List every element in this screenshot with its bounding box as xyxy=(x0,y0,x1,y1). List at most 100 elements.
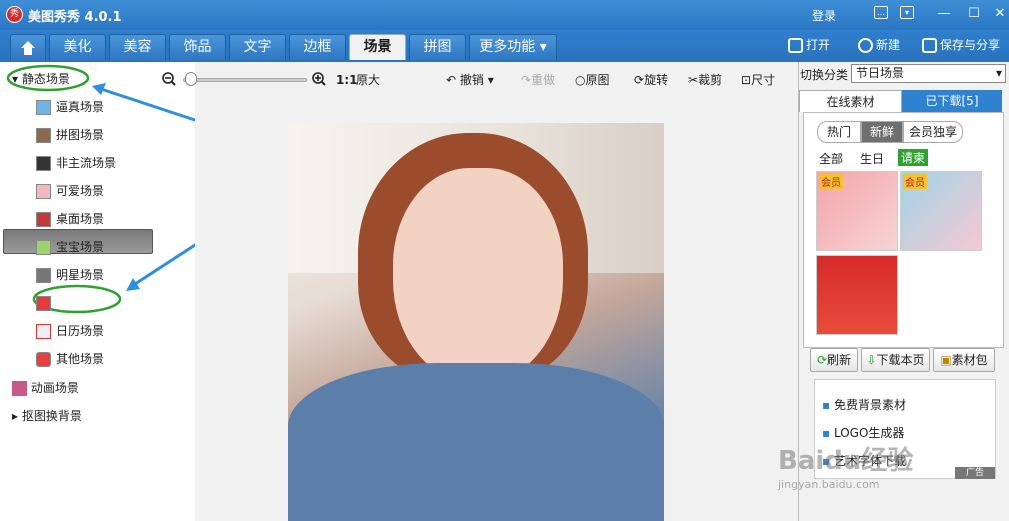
tab-frame[interactable]: 边框 xyxy=(289,34,346,60)
save-share-button[interactable]: 保存与分享 xyxy=(922,36,1000,54)
tab-downloaded[interactable]: 已下载[5] xyxy=(902,90,1002,112)
heart-icon xyxy=(36,352,51,367)
link-free-bg[interactable]: ▪ 免费背景素材 xyxy=(822,396,906,413)
watermark: Baidu经验 xyxy=(778,446,914,476)
original-size-button[interactable]: 原大 xyxy=(356,72,380,88)
zoom-slider[interactable] xyxy=(183,78,307,82)
tab-scene[interactable]: 场景 xyxy=(349,34,406,60)
home-tab[interactable] xyxy=(10,34,46,60)
plus-icon xyxy=(858,38,873,53)
list-item[interactable]: 非主流场景 xyxy=(36,152,116,174)
list-item-label: 节日场景 xyxy=(56,296,105,310)
list-item[interactable]: 日历场景 xyxy=(36,320,104,342)
scene-thumb-icon xyxy=(36,212,51,227)
tab-text[interactable]: 文字 xyxy=(229,34,286,60)
dropdown-box-icon[interactable]: ▾ xyxy=(900,6,914,19)
static-scene-label: 静态场景 xyxy=(21,72,70,86)
list-item[interactable]: 拼图场景 xyxy=(36,124,104,146)
zoom-out-button[interactable] xyxy=(162,72,176,90)
ratio-label[interactable]: 1:1 xyxy=(336,72,358,88)
close-button[interactable]: ✕ xyxy=(988,4,1009,24)
folder-icon xyxy=(788,38,803,53)
minimize-button[interactable]: — xyxy=(932,4,956,24)
collapse-arrow-icon: ▾ xyxy=(12,72,19,86)
refresh-button[interactable]: ⟳刷新 xyxy=(810,348,858,372)
undo-label: 撤销 xyxy=(459,73,484,87)
scene-thumb-icon xyxy=(36,296,51,311)
chevron-down-icon: ▾ xyxy=(487,73,494,87)
category-label: 切换分类 xyxy=(800,68,849,82)
tab-beautify[interactable]: 美化 xyxy=(49,34,106,60)
anim-scene-label: 动画场景 xyxy=(30,381,79,395)
list-item-label: 其他场景 xyxy=(56,352,105,366)
login-link[interactable]: 登录 xyxy=(812,7,836,24)
maximize-button[interactable]: ☐ xyxy=(962,4,986,24)
tab-face[interactable]: 美容 xyxy=(109,34,166,60)
subfilter-all[interactable]: 全部 xyxy=(819,150,843,167)
list-item-label: 明星场景 xyxy=(56,268,105,282)
app-title: 美图秀秀 4.0.1 xyxy=(28,10,122,25)
vip-badge: 会员 xyxy=(819,174,843,189)
tab-collage[interactable]: 拼图 xyxy=(409,34,466,60)
subfilter-invitation[interactable]: 请柬 xyxy=(898,149,929,166)
home-icon xyxy=(21,41,35,55)
scene-thumb-icon xyxy=(36,100,51,115)
download-page-button[interactable]: ⇩下载本页 xyxy=(861,348,930,372)
tab-accessories[interactable]: 饰品 xyxy=(169,34,226,60)
filter-hot[interactable]: 热门 xyxy=(817,121,861,143)
open-button[interactable]: 打开 xyxy=(788,36,830,54)
list-item-label: 逼真场景 xyxy=(56,100,105,114)
zoom-slider-thumb[interactable] xyxy=(185,72,198,86)
vip-badge: 会员 xyxy=(903,174,927,189)
list-item[interactable]: 桌面场景 xyxy=(36,208,104,230)
photo-jacket xyxy=(288,363,664,521)
list-item[interactable]: 明星场景 xyxy=(36,264,104,286)
filter-vip[interactable]: 会员独享 xyxy=(903,121,963,143)
chat-icon[interactable]: … xyxy=(874,6,888,19)
refresh-icon: ⟳ xyxy=(816,353,828,367)
filter-new[interactable]: 新鲜 xyxy=(861,121,903,143)
rotate-button[interactable]: ⟳旋转 xyxy=(634,72,668,88)
original-button[interactable]: ○原图 xyxy=(575,72,610,88)
crop-icon: ✂ xyxy=(688,73,699,87)
link-logo-generator[interactable]: ▪ LOGO生成器 xyxy=(822,424,904,441)
category-select[interactable]: 节日场景 ▾ xyxy=(851,64,1006,83)
undo-button[interactable]: ↶ 撤销 ▾ xyxy=(446,72,494,88)
size-button[interactable]: ⊡尺寸 xyxy=(741,72,775,88)
static-scene-group[interactable]: ▾ 静态场景 xyxy=(12,68,70,90)
list-item-selected[interactable]: 节日场景 xyxy=(36,292,104,314)
list-item[interactable]: 可爱场景 xyxy=(36,180,104,202)
anim-scene-group[interactable]: 动画场景 xyxy=(12,377,79,399)
cutout-bg-label: 抠图换背景 xyxy=(21,409,82,423)
material-thumb[interactable]: 会员 xyxy=(816,171,898,251)
save-icon xyxy=(922,38,937,53)
anim-scene-icon xyxy=(12,381,27,396)
crop-button[interactable]: ✂裁剪 xyxy=(688,72,722,88)
material-thumb[interactable]: 会员 xyxy=(900,171,982,251)
material-pack-button[interactable]: ▣素材包 xyxy=(933,348,995,372)
ad-label: 广告 xyxy=(955,467,995,479)
crop-label: 裁剪 xyxy=(698,73,723,87)
new-button[interactable]: 新建 xyxy=(858,36,900,54)
scene-thumb-icon xyxy=(36,268,51,283)
cutout-bg-group[interactable]: ▸ 抠图换背景 xyxy=(12,405,82,427)
zoom-out-icon xyxy=(162,72,176,86)
watermark-url: jingyan.baidu.com xyxy=(778,478,880,491)
zoom-in-button[interactable] xyxy=(312,72,326,90)
scene-thumb-icon xyxy=(36,128,51,143)
list-item[interactable]: 宝宝场景 xyxy=(36,236,104,258)
download-icon: ⇩ xyxy=(866,353,877,367)
tab-online-material[interactable]: 在线素材 xyxy=(799,90,902,112)
material-thumb[interactable] xyxy=(816,255,898,335)
link-logo-label: LOGO生成器 xyxy=(833,426,905,440)
tab-more[interactable]: 更多功能 ▾ xyxy=(469,34,557,60)
redo-button[interactable]: ↷重做 xyxy=(521,72,555,88)
list-item-label: 日历场景 xyxy=(56,324,105,338)
calendar-icon xyxy=(36,324,51,339)
list-item[interactable]: 其他场景 xyxy=(36,348,104,370)
size-label: 尺寸 xyxy=(751,73,776,87)
redo-label: 重做 xyxy=(531,73,556,87)
photo-image[interactable] xyxy=(288,123,664,521)
list-item[interactable]: 逼真场景 xyxy=(36,96,104,118)
subfilter-birthday[interactable]: 生日 xyxy=(860,150,884,167)
